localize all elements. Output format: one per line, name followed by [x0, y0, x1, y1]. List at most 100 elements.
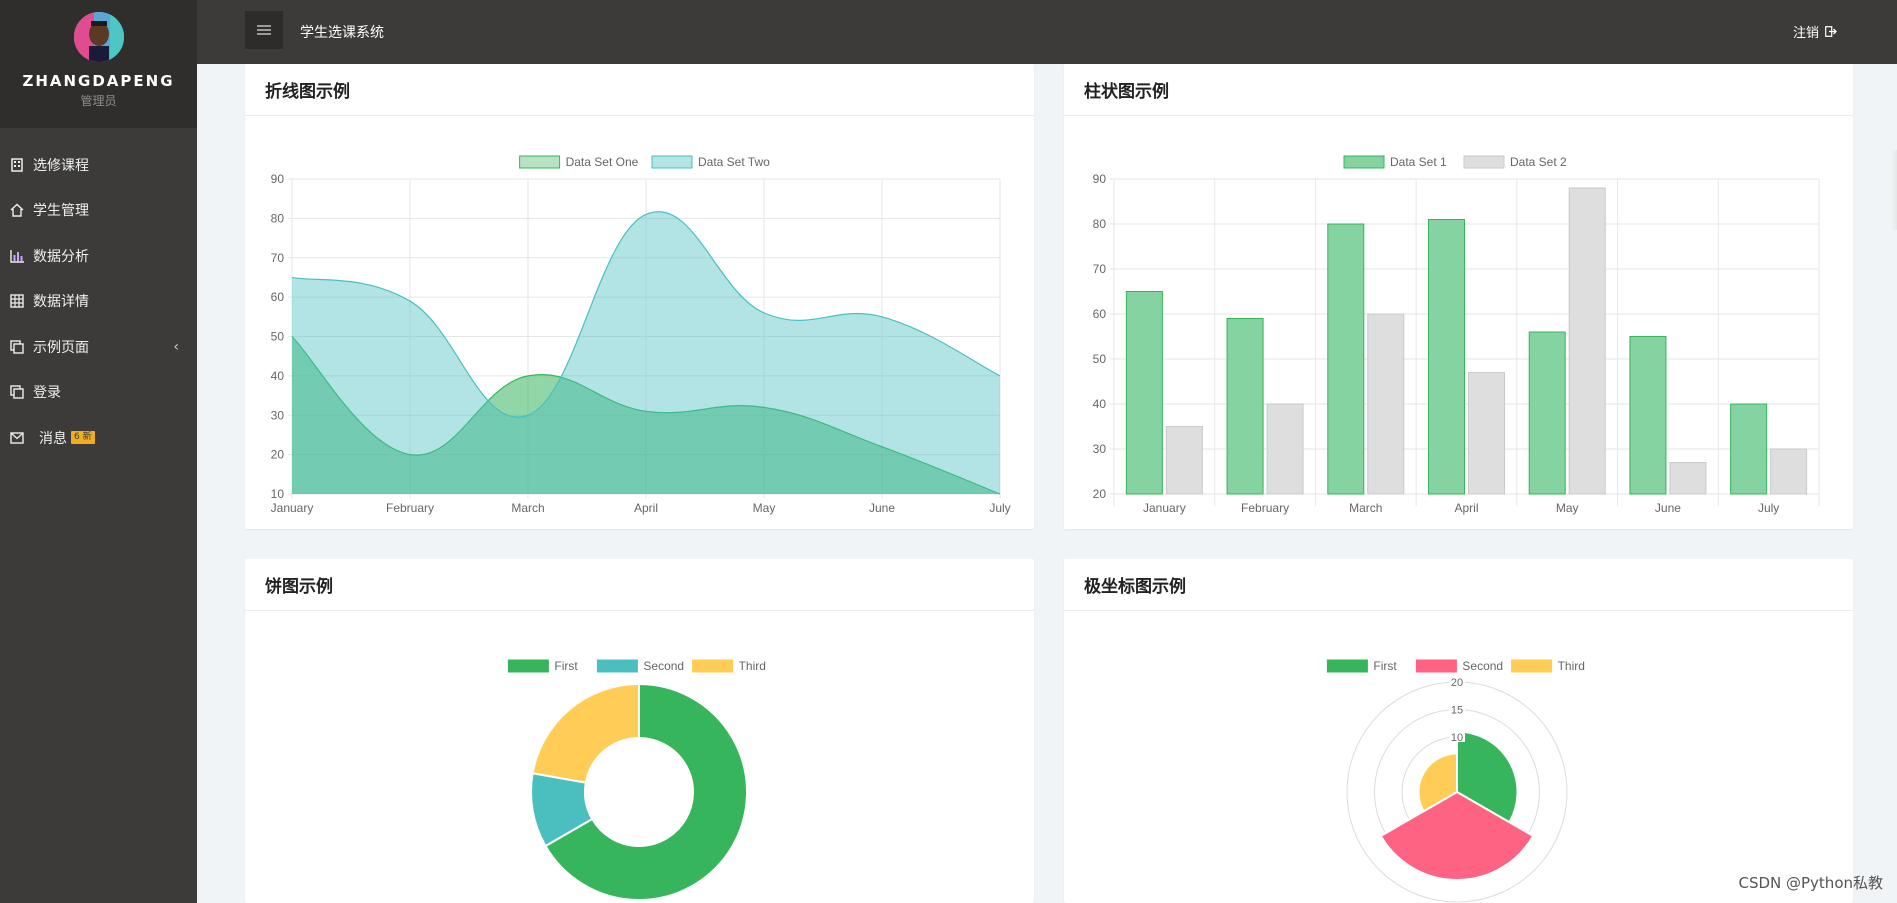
sidebar-item-label: 数据详情 [33, 294, 89, 311]
edge-shadow [1891, 150, 1897, 230]
polar-area-chart: 10 15 20 First Second Third [1326, 659, 1585, 903]
x-tick-label: April [634, 501, 658, 515]
y-tick-label: 70 [271, 251, 285, 265]
pie-chart: First Second Third [507, 659, 766, 901]
x-tick-label: January [1143, 501, 1186, 515]
legend-label: Second [1462, 659, 1503, 673]
y-tick-label: 30 [271, 408, 285, 422]
y-tick-label: 60 [1093, 307, 1107, 321]
watermark: CSDN @Python私教 [1738, 874, 1883, 892]
sidebar-item-label: 示例页面 [33, 339, 89, 356]
y-tick-label: 80 [1093, 217, 1107, 231]
y-tick-label: 70 [1093, 262, 1107, 276]
bar-series-1 [1327, 223, 1365, 495]
legend-swatch [1415, 659, 1457, 673]
mail-icon [9, 430, 25, 446]
legend-label: Data Set 1 [1390, 155, 1447, 169]
copy-icon [9, 384, 25, 400]
legend-swatch [651, 155, 693, 169]
legend-swatch [1343, 155, 1385, 169]
x-tick-label: May [753, 501, 776, 515]
y-tick-label: 90 [271, 172, 285, 186]
card-title: 折线图示例 [245, 64, 1034, 116]
bar-series-2 [1266, 403, 1304, 495]
polar-tick-label: 20 [1451, 677, 1463, 689]
bar-series-1 [1629, 336, 1667, 495]
x-tick-label: March [511, 501, 544, 515]
x-tick-label: February [1241, 501, 1289, 515]
legend-label: Data Set One [566, 155, 639, 169]
sidebar-item-details[interactable]: 数据详情 [0, 279, 197, 325]
bar-series-2 [1770, 448, 1808, 495]
sidebar-item-label: 消息 [39, 430, 67, 447]
table-icon [9, 293, 25, 309]
legend-swatch [519, 155, 561, 169]
x-tick-label: July [1758, 501, 1779, 515]
bar-chart: 20 30 40 50 60 70 80 90 January February March Apri… [1093, 155, 1820, 515]
x-tick-label: July [989, 501, 1010, 515]
bar-series-2 [1468, 372, 1505, 495]
sidebar-item-analysis[interactable]: 数据分析 [0, 233, 197, 279]
avatar[interactable] [73, 12, 124, 62]
x-tick-label: February [386, 501, 434, 515]
sidebar-item-label: 数据分析 [33, 248, 89, 265]
app-title: 学生选课系统 [300, 25, 384, 41]
x-tick-label: June [1655, 501, 1681, 515]
legend-swatch [1463, 155, 1505, 169]
logout-label: 注销 [1792, 26, 1819, 41]
legend-swatch [1511, 659, 1553, 673]
home-icon [9, 202, 25, 218]
bar-series-2 [1165, 426, 1203, 495]
legend-swatch [507, 659, 549, 673]
y-tick-label: 90 [1093, 172, 1107, 186]
username: ZHANGDAPENG [22, 72, 175, 90]
y-tick-label: 30 [1093, 442, 1107, 456]
sign-out-icon [1825, 26, 1837, 37]
menu-toggle-button[interactable] [245, 11, 283, 49]
message-count-badge: 6 新 [71, 431, 95, 445]
logout-button[interactable]: 注销 [1793, 22, 1837, 41]
y-tick-label: 10 [271, 487, 285, 501]
legend-label: Second [643, 659, 684, 673]
chevron-left-icon: ‹ [173, 338, 179, 355]
x-tick-label: March [1349, 501, 1382, 515]
sidebar-item-students[interactable]: 学生管理 [0, 188, 197, 234]
bar-series-2 [1669, 462, 1707, 495]
x-tick-label: May [1556, 501, 1579, 515]
sidebar-item-label: 选修课程 [33, 157, 89, 174]
sidebar-item-messages[interactable]: 消息 6 新 [0, 415, 197, 461]
bar-chart-card: 柱状图示例 20 30 40 50 60 70 80 90 January February Mar… [1064, 64, 1853, 529]
user-role: 管理员 [80, 94, 117, 108]
bar-series-1 [1226, 318, 1264, 495]
y-tick-label: 40 [1093, 397, 1107, 411]
legend-label: Third [1558, 659, 1585, 673]
polar-tick-label: 15 [1451, 705, 1463, 717]
line-chart: 10 20 30 40 50 60 70 80 90 January February March Ap… [271, 155, 1011, 515]
x-tick-label: June [869, 501, 895, 515]
bar-chart-icon [9, 248, 25, 264]
y-tick-label: 60 [271, 290, 285, 304]
x-tick-label: January [271, 501, 314, 515]
bar-series-2 [1367, 313, 1405, 495]
doughnut-slice-third [531, 682, 640, 784]
bar-series-1 [1428, 219, 1465, 495]
sidebar-item-label: 登录 [33, 385, 61, 402]
x-tick-label: April [1454, 501, 1478, 515]
card-title: 柱状图示例 [1064, 64, 1853, 116]
y-tick-label: 20 [271, 448, 285, 462]
sidebar-item-courses[interactable]: 选修课程 [0, 142, 197, 188]
y-tick-label: 80 [271, 211, 285, 225]
top-header: 学生选课系统 注销 [197, 0, 1897, 64]
y-tick-label: 50 [1093, 352, 1107, 366]
sidebar: ZHANGDAPENG 管理员 选修课程 学生管理 数据分析 数据详情 示例页面… [0, 0, 197, 903]
sidebar-item-login[interactable]: 登录 [0, 370, 197, 416]
legend-label: Data Set 2 [1510, 155, 1567, 169]
hamburger-icon [257, 25, 271, 35]
sidebar-item-examples[interactable]: 示例页面 ‹ [0, 324, 197, 370]
bar-series-1 [1125, 291, 1163, 495]
legend-swatch [596, 659, 638, 673]
area-series-2 [292, 211, 1000, 494]
polar-tick-label: 10 [1451, 732, 1463, 744]
legend-swatch [692, 659, 734, 673]
polar-chart-card: 极坐标图示例 10 15 20 First Second Third [1064, 559, 1853, 903]
